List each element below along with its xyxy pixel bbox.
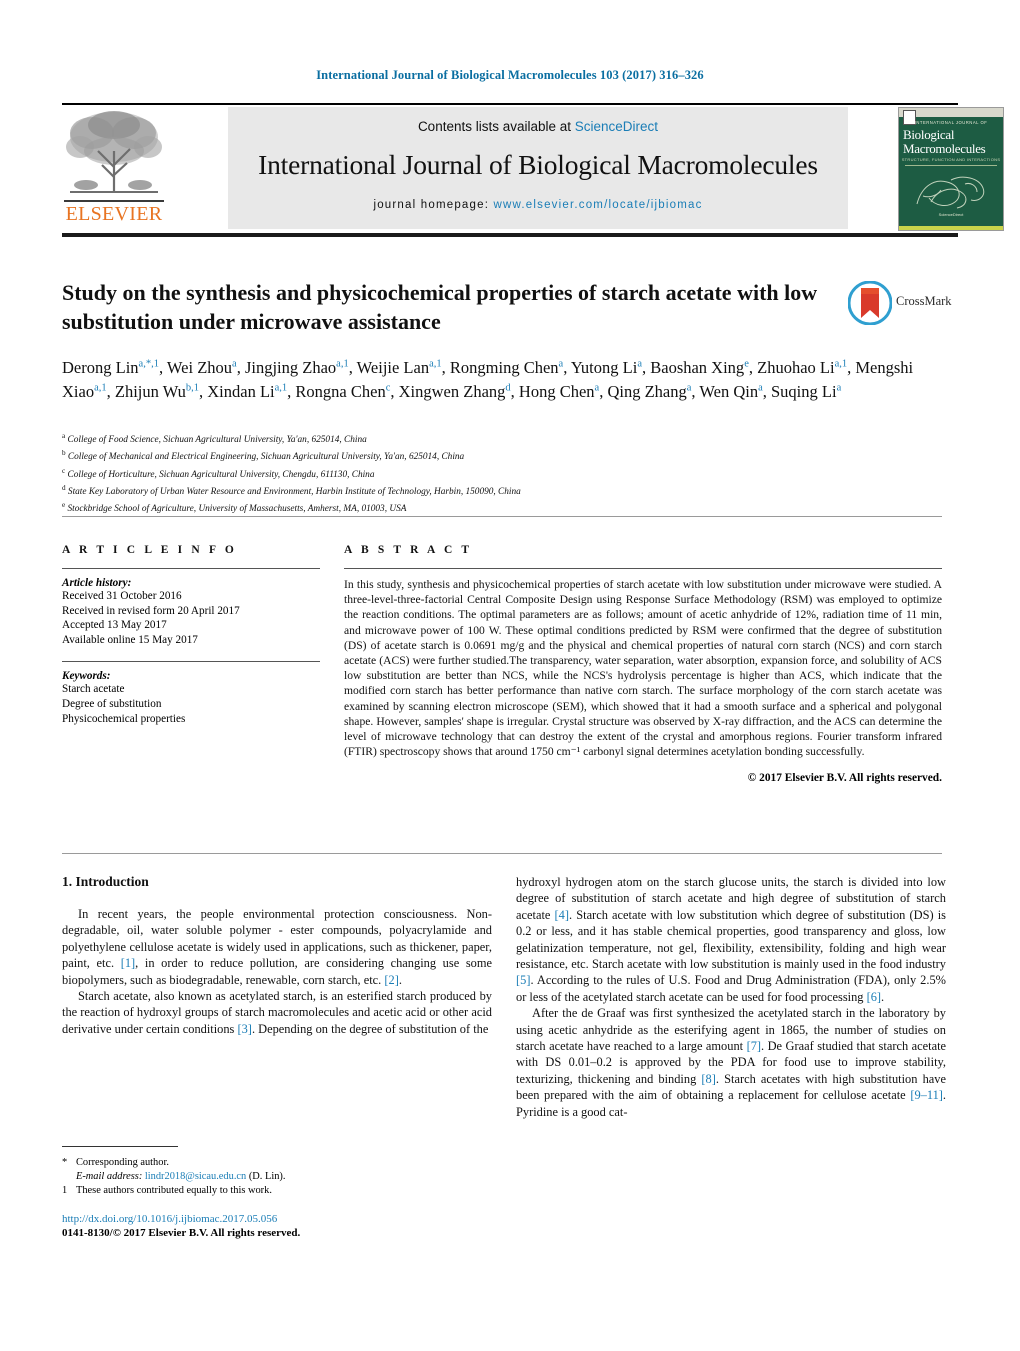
issn-copyright-line: 0141-8130/© 2017 Elsevier B.V. All right…: [62, 1227, 301, 1239]
contents-prefix: Contents lists available at: [417, 119, 575, 134]
affiliation-item: e Stockbridge School of Agriculture, Uni…: [62, 499, 942, 516]
affiliation-text: Stockbridge School of Agriculture, Unive…: [67, 504, 407, 515]
crossmark-icon: [847, 280, 893, 326]
keyword-item: Starch acetate: [62, 683, 125, 696]
footer-block: http://dx.doi.org/10.1016/j.ijbiomac.201…: [62, 1213, 492, 1239]
elsevier-logo-rule: [64, 200, 164, 202]
contents-available-line: Contents lists available at ScienceDirec…: [228, 119, 848, 134]
homepage-prefix: journal homepage:: [373, 199, 494, 211]
running-head: International Journal of Biological Macr…: [316, 68, 704, 82]
corresponding-author-mark: *: [62, 1157, 68, 1168]
abstract-section-rule-bottom: [62, 853, 942, 854]
equal-contribution-footnote: 1 These authors contributed equally to th…: [62, 1184, 492, 1198]
corresponding-author-text: Corresponding author.: [76, 1157, 169, 1168]
author-list: Derong Lina,*,1, Wei Zhoua, Jingjing Zha…: [62, 358, 914, 401]
abstract-section-rule-top: [62, 516, 942, 517]
affiliation-mark: c: [62, 466, 66, 475]
article-history-item: Received 31 October 2016: [62, 590, 182, 602]
affiliation-mark: e: [62, 501, 66, 510]
article-history-item: Available online 15 May 2017: [62, 633, 198, 646]
intro-paragraph: hydroxyl hydrogen atom on the starch glu…: [516, 875, 946, 1004]
affiliation-list: a College of Food Science, Sichuan Agric…: [62, 430, 942, 516]
page-title: Study on the synthesis and physicochemic…: [62, 280, 818, 334]
cover-bottom-bar: [899, 226, 1003, 230]
journal-title: International Journal of Biological Macr…: [258, 149, 818, 180]
article-history-item: Accepted 13 May 2017: [62, 619, 167, 632]
affiliation-text: College of Mechanical and Electrical Eng…: [67, 452, 465, 463]
elsevier-wordmark: ELSEVIER: [65, 203, 163, 225]
affiliation-mark: d: [62, 483, 66, 492]
affiliation-mark: b: [62, 449, 66, 458]
article-info-divider: [62, 568, 320, 569]
affiliation-text: State Key Laboratory of Urban Water Reso…: [67, 486, 521, 497]
affiliation-item: c College of Horticulture, Sichuan Agric…: [62, 465, 942, 482]
email-link[interactable]: lindr2018@sicau.edu.cn: [145, 1171, 246, 1182]
journal-masthead: ELSEVIER Contents lists available at Sci…: [62, 103, 1004, 237]
masthead-rule-top: [62, 103, 958, 105]
affiliation-text: College of Horticulture, Sichuan Agricul…: [67, 469, 375, 480]
homepage-url-link[interactable]: www.elsevier.com/locate/ijbiomac: [494, 199, 703, 211]
elsevier-tree-icon: [64, 107, 164, 203]
article-info-column: A R T I C L E I N F O Article history: R…: [62, 544, 320, 726]
doi-link[interactable]: http://dx.doi.org/10.1016/j.ijbiomac.201…: [62, 1213, 492, 1225]
cover-title-line2: Macromolecules: [903, 141, 986, 156]
equal-contribution-text: These authors contributed equally to thi…: [76, 1185, 272, 1197]
crossmark-badge[interactable]: CrossMark: [847, 280, 952, 327]
email-suffix: (D. Lin).: [248, 1171, 286, 1183]
keywords-divider: [62, 661, 320, 663]
footnote-block: * Corresponding author. E-mail address: l…: [62, 1156, 492, 1199]
cover-rule: [905, 165, 997, 166]
cover-subtitle: STRUCTURE, FUNCTION AND INTERACTIONS: [901, 157, 1001, 162]
intro-paragraph: Starch acetate, also known as acetylated…: [62, 989, 492, 1036]
corresponding-author-footnote: * Corresponding author.: [62, 1156, 492, 1170]
cover-footer-mark: ScienceDirect: [938, 212, 964, 217]
keyword-item: Degree of substitution: [62, 697, 162, 710]
article-history-item: Received in revised form 20 April 2017: [62, 604, 240, 617]
equal-contribution-mark: 1: [62, 1185, 68, 1197]
keywords-label: Keywords:: [62, 670, 111, 683]
introduction-left-column: 1. Introduction In recent years, the peo…: [62, 874, 492, 1037]
intro-paragraph: In recent years, the people environmenta…: [62, 907, 492, 987]
introduction-heading: 1. Introduction: [62, 874, 149, 889]
email-footnote: E-mail address: lindr2018@sicau.edu.cn (…: [62, 1170, 492, 1184]
abstract-copyright: © 2017 Elsevier B.V. All rights reserved…: [747, 772, 942, 785]
abstract-divider: [344, 568, 942, 569]
article-history-label: Article history:: [62, 577, 132, 589]
intro-paragraph: After the de Graaf was first synthesized…: [516, 1006, 947, 1119]
journal-cover-thumbnail: INTERNATIONAL JOURNAL OF Biological Macr…: [898, 107, 1004, 231]
sciencedirect-link[interactable]: ScienceDirect: [575, 119, 658, 134]
keyword-item: Physicochemical properties: [62, 712, 186, 725]
article-info-heading: A R T I C L E I N F O: [62, 544, 237, 556]
affiliation-mark: a: [62, 432, 66, 440]
elsevier-logo: ELSEVIER: [62, 107, 166, 231]
email-label: E-mail address:: [76, 1171, 143, 1183]
cover-molecule-illustration: [907, 168, 995, 212]
title-block: Study on the synthesis and physicochemic…: [62, 278, 842, 336]
affiliation-text: College of Food Science, Sichuan Agricul…: [67, 435, 367, 446]
paper-page: International Journal of Biological Macr…: [0, 0, 1020, 1351]
journal-homepage-line: journal homepage: www.elsevier.com/locat…: [228, 199, 848, 211]
footnote-rule: [62, 1146, 178, 1147]
affiliation-item: a College of Food Science, Sichuan Agric…: [62, 430, 942, 447]
masthead-panel: Contents lists available at ScienceDirec…: [228, 107, 848, 229]
crossmark-label: CrossMark: [896, 294, 952, 308]
masthead-rule-bottom: [62, 233, 958, 237]
cover-kicker: INTERNATIONAL JOURNAL OF: [914, 120, 988, 125]
introduction-right-column: hydroxyl hydrogen atom on the starch glu…: [516, 874, 946, 1120]
abstract-heading: A B S T R A C T: [344, 544, 473, 556]
abstract-text: In this study, synthesis and physicochem…: [344, 578, 942, 759]
affiliation-item: b College of Mechanical and Electrical E…: [62, 447, 942, 464]
abstract-column: A B S T R A C T In this study, synthesis…: [344, 544, 942, 784]
affiliation-item: d State Key Laboratory of Urban Water Re…: [62, 482, 942, 499]
